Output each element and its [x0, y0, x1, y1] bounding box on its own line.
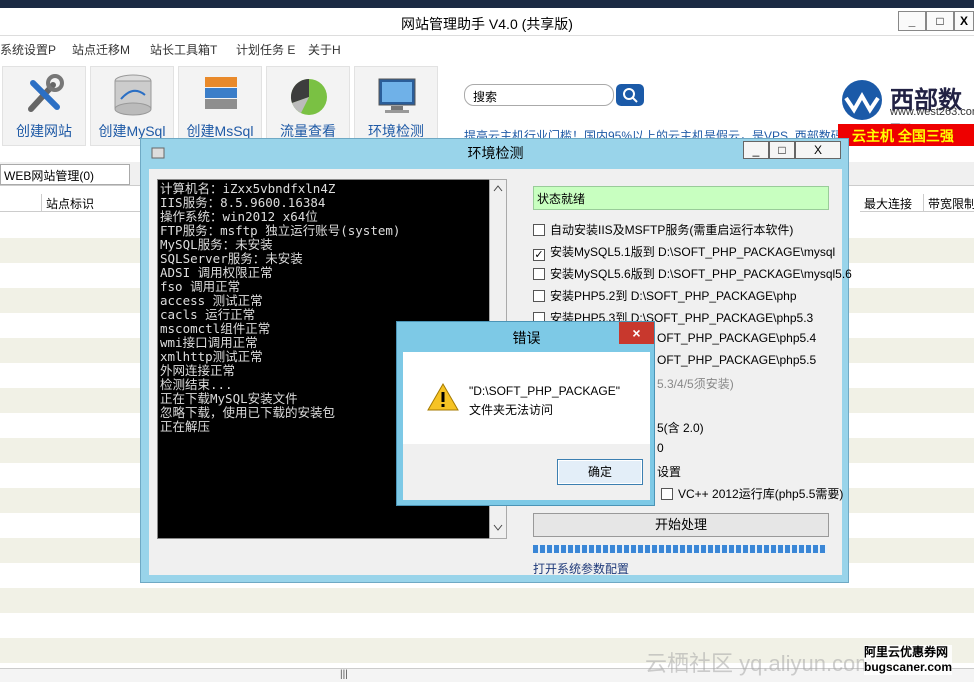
error-title: 错误 — [512, 330, 541, 346]
env-maximize-button[interactable]: □ — [769, 141, 795, 159]
minimize-button[interactable]: _ — [898, 11, 926, 31]
site-watermark: 阿里云优惠券网 bugscaner.com — [864, 645, 953, 675]
start-process-button[interactable]: 开始处理 — [533, 513, 829, 537]
search-input[interactable]: 搜索 — [464, 84, 614, 106]
console-line: ADSI 调用权限正常 — [160, 265, 273, 280]
menu-site-migration[interactable]: 站点迁移M — [72, 41, 130, 58]
checkbox-checked[interactable]: ✓ — [533, 249, 545, 261]
top-strip — [0, 0, 974, 8]
app-title: 网站管理助手 V4.0 (共享版) — [401, 16, 573, 32]
create-mysql-button[interactable]: 创建MySql — [90, 66, 174, 146]
col-select — [0, 194, 42, 212]
mysql-database-icon — [114, 74, 152, 116]
option-partial-2[interactable]: 0 — [657, 441, 664, 459]
console-line: fso 调用正常 — [160, 279, 241, 294]
console-line: FTP服务：msftp 独立运行账号(system) — [160, 223, 401, 238]
traffic-view-button[interactable]: 流量查看 — [266, 66, 350, 146]
environment-check-button[interactable]: 环境检测 — [354, 66, 438, 146]
ok-button[interactable]: 确定 — [557, 459, 643, 485]
col-site-id[interactable]: 站点标识 — [42, 194, 142, 212]
option-mysql56[interactable]: 安装MySQL5.6版到 D:\SOFT_PHP_PACKAGE\mysql5.… — [533, 265, 852, 283]
maximize-button[interactable]: □ — [926, 11, 954, 31]
console-line: 计算机名：iZxx5vbndfxln4Z — [160, 181, 336, 196]
error-close-button[interactable]: × — [619, 322, 654, 344]
php-note-partial: 5.3/4/5须安装) — [657, 377, 734, 391]
error-message-text: 文件夹无法访问 — [469, 403, 554, 417]
option-mysql51[interactable]: ✓ 安装MySQL5.1版到 D:\SOFT_PHP_PACKAGE\mysql — [533, 243, 835, 261]
menu-about[interactable]: 关于H — [308, 41, 341, 58]
close-button[interactable]: X — [954, 11, 974, 31]
menu-webmaster-tools[interactable]: 站长工具箱T — [150, 41, 217, 58]
watermark-line2: bugscaner.com — [864, 660, 953, 674]
console-line: MySQL服务：未安装 — [160, 237, 273, 252]
console-line: access 测试正常 — [160, 293, 263, 308]
monitor-icon — [378, 78, 416, 113]
error-dialog: 错误 × "D:\SOFT_PHP_PACKAGE" 文件夹无法访问 确定 — [396, 321, 655, 506]
menu-bar: 系统设置P 站点迁移M 站长工具箱T 计划任务 E 关于H — [0, 38, 974, 60]
option-label: 安装MySQL5.6版到 D:\SOFT_PHP_PACKAGE\mysql5.… — [550, 267, 852, 281]
toolbar-label: 创建网站 — [16, 123, 72, 139]
wrench-screwdriver-icon — [28, 74, 64, 112]
option-label: VC++ 2012运行库(php5.5需要) — [678, 487, 844, 501]
option-partial-3[interactable]: 设置 — [657, 463, 681, 481]
scroll-up-icon[interactable] — [493, 184, 503, 192]
scroll-thumb[interactable]: ||| — [340, 669, 348, 680]
env-minimize-button[interactable]: _ — [743, 141, 769, 159]
west-logo-icon — [842, 80, 882, 120]
brand-url: www.west263.com — [890, 106, 974, 118]
option-label: 安装PHP5.2到 D:\SOFT_PHP_PACKAGE\php — [550, 289, 797, 303]
checkbox[interactable] — [661, 488, 673, 500]
search-icon — [623, 88, 638, 103]
checkbox[interactable] — [533, 224, 545, 236]
status-field: 状态就绪 — [533, 186, 829, 210]
console-line: cacls 运行正常 — [160, 307, 256, 322]
scroll-down-icon[interactable] — [493, 524, 503, 532]
table-row — [0, 588, 974, 613]
title-bar: 网站管理助手 V4.0 (共享版) _ □ X — [0, 8, 974, 36]
mssql-database-icon — [205, 77, 237, 109]
console-line: SQLServer服务：未安装 — [160, 251, 303, 266]
open-system-config-link[interactable]: 打开系统参数配置 — [533, 560, 629, 577]
option-php52[interactable]: 安装PHP5.2到 D:\SOFT_PHP_PACKAGE\php — [533, 287, 797, 305]
option-php54-partial[interactable]: OFT_PHP_PACKAGE\php5.4 — [657, 331, 816, 349]
search-button[interactable] — [616, 84, 644, 106]
console-line: 操作系统：win2012 x64位 — [160, 209, 318, 224]
col-bandwidth-limit[interactable]: 带宽限制 — [924, 194, 974, 212]
option-partial-1[interactable]: 5(含 2.0) — [657, 419, 704, 437]
table-row — [0, 613, 974, 638]
option-install-iis[interactable]: 自动安装IIS及MSFTP服务(需重启运行本软件) — [533, 221, 793, 239]
tab-web-management[interactable]: WEB网站管理(0) — [0, 164, 130, 185]
checkbox[interactable] — [533, 268, 545, 280]
col-max-connections[interactable]: 最大连接 — [860, 194, 924, 212]
console-line: IIS服务：8.5.9600.16384 — [160, 195, 326, 210]
menu-scheduled-tasks[interactable]: 计划任务 E — [236, 41, 295, 58]
warning-icon — [427, 382, 459, 411]
watermark-line1: 阿里云优惠券网 — [864, 645, 949, 659]
progress-bar — [533, 545, 827, 553]
option-label: 安装MySQL5.1版到 D:\SOFT_PHP_PACKAGE\mysql — [550, 245, 836, 259]
promo-banner[interactable]: 云主机 全国三强 — [838, 124, 974, 146]
pie-chart-icon — [290, 78, 327, 115]
checkbox[interactable] — [533, 290, 545, 302]
watermark: 云栖社区 yq.aliyun.com — [645, 651, 874, 676]
error-body: "D:\SOFT_PHP_PACKAGE" 文件夹无法访问 确定 — [403, 352, 650, 500]
error-message-path: "D:\SOFT_PHP_PACKAGE" — [469, 384, 621, 398]
option-label: 自动安装IIS及MSFTP服务(需重启运行本软件) — [550, 223, 794, 237]
option-vc2012[interactable]: VC++ 2012运行库(php5.5需要) — [661, 485, 843, 503]
brand-logo — [838, 78, 886, 125]
create-website-button[interactable]: 创建网站 — [2, 66, 86, 146]
option-php55-partial[interactable]: OFT_PHP_PACKAGE\php5.5 — [657, 353, 816, 371]
env-close-button[interactable]: X — [795, 141, 841, 159]
menu-system-settings[interactable]: 系统设置P — [0, 41, 56, 58]
create-mssql-button[interactable]: 创建MsSql — [178, 66, 262, 146]
